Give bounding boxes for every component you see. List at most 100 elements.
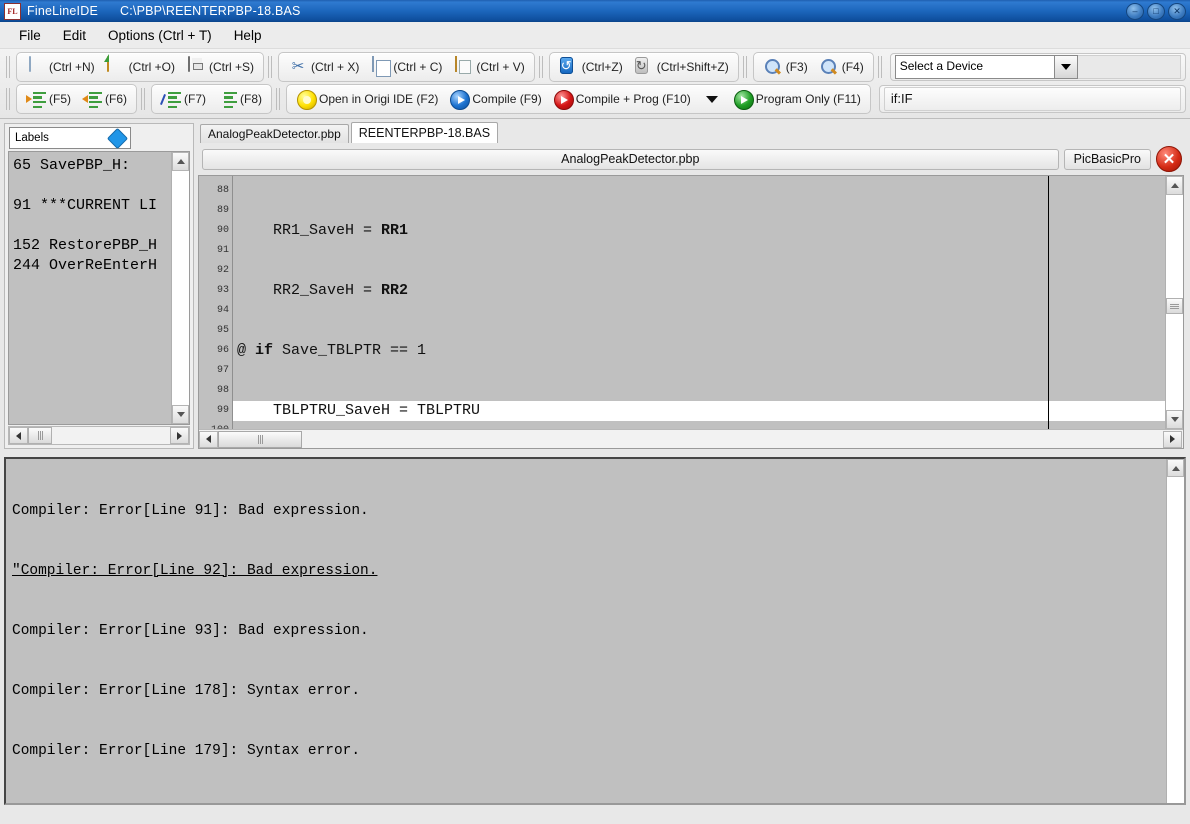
scrollbar-thumb[interactable]: [218, 431, 302, 448]
program-only-button[interactable]: Program Only (F11): [729, 88, 865, 110]
menu-item-file[interactable]: File: [8, 26, 52, 45]
indent-right-label: (F5): [49, 92, 71, 106]
scrollbar-track[interactable]: [1167, 477, 1184, 803]
compile-and-program-button[interactable]: Compile + Prog (F10): [549, 88, 695, 110]
line-number-gutter: 88 89 90 91 92 93 94 95 96 97 98 99: [199, 176, 233, 429]
scrollbar-track[interactable]: [1166, 195, 1183, 410]
list-item[interactable]: 91 ***CURRENT LI: [13, 196, 171, 216]
uncomment-lines-button[interactable]: (F8): [213, 89, 266, 110]
scroll-left-icon[interactable]: [199, 431, 218, 448]
toolbar-grip-icon-8[interactable]: [276, 88, 282, 110]
scroll-right-icon[interactable]: [1163, 431, 1182, 448]
undo-arrow-icon: ↺: [559, 57, 579, 77]
labels-selector[interactable]: Labels: [9, 127, 131, 149]
new-file-button[interactable]: (Ctrl +N): [22, 56, 99, 78]
scrollbar-thumb[interactable]: [28, 427, 52, 444]
output-line[interactable]: Compiler: Error[Line 93]: Bad expression…: [12, 621, 1166, 641]
undo-button[interactable]: ↺ (Ctrl+Z): [555, 56, 627, 78]
dropdown-caret-icon[interactable]: [706, 96, 718, 103]
menu-item-options[interactable]: Options (Ctrl + T): [97, 26, 223, 45]
label-entry-4: 152: [13, 237, 40, 254]
toolbar-grip-icon-5[interactable]: [878, 56, 884, 78]
save-file-button[interactable]: (Ctrl +S): [182, 56, 258, 78]
indent-right-button[interactable]: (F5): [22, 89, 75, 110]
cut-button[interactable]: ✂ (Ctrl + X): [284, 56, 363, 78]
code-vertical-scrollbar[interactable]: [1165, 176, 1183, 429]
toolbar-grip-icon-6[interactable]: [6, 88, 12, 110]
toolbar-area: (Ctrl +N) (Ctrl +O) (Ctrl +S) ✂ (Ctrl + …: [0, 49, 1190, 119]
line-number: 91: [199, 241, 229, 261]
labels-horizontal-scrollbar[interactable]: [8, 426, 190, 445]
labels-list-container: 65 SavePBP_H: 91 ***CURRENT LI 152 Resto…: [8, 151, 190, 425]
label-entry-5: 244: [13, 257, 40, 274]
picbasicpro-button[interactable]: PicBasicPro: [1064, 149, 1151, 170]
scroll-down-icon[interactable]: [1166, 410, 1183, 429]
comment-lines-button[interactable]: (F7): [157, 89, 210, 110]
find-button[interactable]: (F3): [759, 56, 812, 78]
compile-button[interactable]: Compile (F9): [445, 88, 545, 110]
paste-clipboard-icon: [453, 57, 473, 77]
scroll-down-icon[interactable]: [172, 405, 189, 424]
build-toolbar-group: Open in Origi IDE (F2) Compile (F9) Comp…: [286, 84, 871, 114]
indent-left-button[interactable]: (F6): [78, 89, 131, 110]
find-next-button[interactable]: (F4): [815, 56, 868, 78]
magnifier-next-icon: [819, 57, 839, 77]
labels-vertical-scrollbar[interactable]: [171, 152, 189, 424]
compile-and-program-label: Compile + Prog (F10): [576, 92, 691, 106]
comment-lines-icon: [161, 91, 181, 109]
redo-button[interactable]: ↻ (Ctrl+Shift+Z): [630, 56, 733, 78]
toolbar-grip-icon-3[interactable]: [539, 56, 545, 78]
open-in-original-ide-button[interactable]: Open in Origi IDE (F2): [292, 88, 442, 110]
compile-label: Compile (F9): [472, 92, 541, 106]
tab-reenterpbp[interactable]: REENTERPBP-18.BAS: [351, 122, 498, 143]
toolbar-grip-icon-7[interactable]: [141, 88, 147, 110]
close-tab-icon[interactable]: ✕: [1156, 146, 1182, 172]
menu-item-help[interactable]: Help: [223, 26, 273, 45]
indent-left-label: (F6): [105, 92, 127, 106]
code-editor: 88 89 90 91 92 93 94 95 96 97 98 99: [198, 175, 1184, 449]
output-line-selected[interactable]: "Compiler: Error[Line 92]: Bad expressio…: [12, 561, 1166, 581]
save-disk-icon: [186, 57, 206, 77]
output-line[interactable]: Compiler: Error[Line 178]: Syntax error.: [12, 681, 1166, 701]
output-line[interactable]: Compiler: Error[Line 91]: Bad expression…: [12, 501, 1166, 521]
line-number: 96: [199, 341, 229, 361]
output-line[interactable]: Compiler: Error[Line 180]: Syntax error.: [12, 801, 1166, 803]
output-vertical-scrollbar[interactable]: [1166, 459, 1184, 803]
scroll-right-icon[interactable]: [170, 427, 189, 444]
toolbar-grip-icon[interactable]: [6, 56, 12, 78]
copy-button[interactable]: (Ctrl + C): [366, 56, 446, 78]
diamond-dropdown-icon[interactable]: [107, 127, 128, 148]
minimize-icon[interactable]: –: [1126, 3, 1144, 20]
toolbar-grip-icon-4[interactable]: [743, 56, 749, 78]
code-text: RR2_SaveH =: [237, 282, 381, 299]
toolbar-row-1: (Ctrl +N) (Ctrl +O) (Ctrl +S) ✂ (Ctrl + …: [0, 51, 1190, 83]
maximize-icon[interactable]: □: [1147, 3, 1165, 20]
code-horizontal-scrollbar[interactable]: [199, 429, 1183, 448]
open-file-button[interactable]: (Ctrl +O): [102, 56, 179, 78]
scroll-up-icon[interactable]: [1167, 459, 1184, 477]
label-entry-name-5: OverReEnterH: [49, 257, 157, 274]
scrollbar-thumb[interactable]: [1166, 298, 1183, 314]
device-select-combo[interactable]: Select a Device: [895, 55, 1078, 79]
editor-path-field[interactable]: AnalogPeakDetector.pbp: [202, 149, 1059, 170]
code-line: RR2_SaveH = RR2: [233, 281, 1165, 301]
tab-analogpeakdetector[interactable]: AnalogPeakDetector.pbp: [200, 124, 349, 143]
list-item[interactable]: 244 OverReEnterH: [13, 256, 171, 276]
scroll-left-icon[interactable]: [9, 427, 28, 444]
toolbar-grip-icon-2[interactable]: [268, 56, 274, 78]
compiler-output-text[interactable]: Compiler: Error[Line 91]: Bad expression…: [6, 459, 1166, 803]
chevron-down-icon[interactable]: [1054, 56, 1077, 78]
find-input[interactable]: if:IF: [884, 87, 1181, 111]
labels-list[interactable]: 65 SavePBP_H: 91 ***CURRENT LI 152 Resto…: [9, 152, 171, 424]
code-keyword: RR1: [381, 222, 408, 239]
code-text-area[interactable]: RR1_SaveH = RR1 RR2_SaveH = RR2 @ if Sav…: [233, 176, 1165, 429]
paste-button[interactable]: (Ctrl + V): [449, 56, 528, 78]
output-line[interactable]: Compiler: Error[Line 179]: Syntax error.: [12, 741, 1166, 761]
list-item[interactable]: 65 SavePBP_H:: [13, 156, 171, 176]
close-icon[interactable]: ✕: [1168, 3, 1186, 20]
scroll-up-icon[interactable]: [172, 152, 189, 171]
app-icon: FL: [4, 3, 21, 20]
list-item[interactable]: 152 RestorePBP_H: [13, 236, 171, 256]
menu-item-edit[interactable]: Edit: [52, 26, 97, 45]
scroll-up-icon[interactable]: [1166, 176, 1183, 195]
